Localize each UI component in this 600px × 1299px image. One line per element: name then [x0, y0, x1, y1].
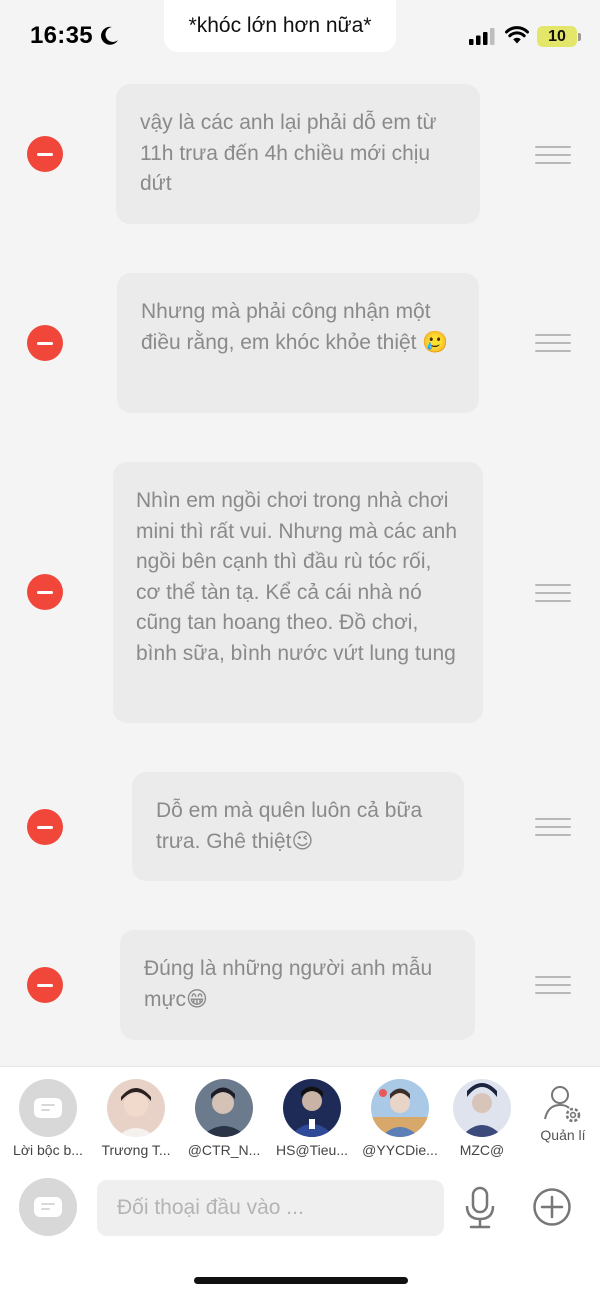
wifi-icon [505, 26, 529, 44]
message-row: Dỗ em mà quên luôn cả bữa trưa. Ghê thiệ… [0, 772, 600, 881]
message-bubble[interactable]: Đúng là những người anh mẫu mực😁 [120, 930, 475, 1040]
message-row: Nhưng mà phải công nhận một điều rằng, e… [0, 273, 600, 413]
message-row: Nhìn em ngồi chơi trong nhà chơi mini th… [0, 462, 600, 723]
drag-handle[interactable] [535, 584, 571, 602]
moon-icon [101, 26, 118, 45]
remove-message-button[interactable] [27, 325, 63, 361]
remove-message-button[interactable] [27, 967, 63, 1003]
battery-indicator: 10 [537, 26, 577, 47]
message-bubble[interactable]: Dỗ em mà quên luôn cả bữa trưa. Ghê thiệ… [132, 772, 464, 881]
chat-bubble-icon [19, 1079, 77, 1137]
drag-handle[interactable] [535, 334, 571, 352]
character-item[interactable]: Trương T... [96, 1079, 176, 1158]
message-row: vậy là các anh lại phải dỗ em từ 11h trư… [0, 84, 600, 224]
drag-handle[interactable] [535, 818, 571, 836]
character-label: @CTR_N... [187, 1142, 261, 1158]
remove-message-button[interactable] [27, 574, 63, 610]
home-indicator [194, 1277, 408, 1284]
character-label: MZC@ [459, 1142, 505, 1158]
character-label: Trương T... [101, 1142, 171, 1158]
avatar [283, 1079, 341, 1137]
message-bubble[interactable]: Nhìn em ngồi chơi trong nhà chơi mini th… [113, 462, 483, 723]
add-icon[interactable] [532, 1187, 572, 1227]
character-label: @YYCDie... [362, 1142, 438, 1158]
manage-characters-button[interactable]: Quản lí [530, 1083, 596, 1143]
battery-tip [578, 33, 581, 41]
chat-bubble-icon [19, 1178, 77, 1236]
bottom-panel: Lời bộc b... Trương T... @CTR_N... HS@Ti… [0, 1066, 600, 1299]
dialogue-input[interactable]: Đối thoại đầu vào ... [97, 1180, 444, 1236]
avatar [453, 1079, 511, 1137]
character-item[interactable]: @YYCDie... [360, 1079, 440, 1158]
message-bubble[interactable]: vậy là các anh lại phải dỗ em từ 11h trư… [116, 84, 480, 224]
remove-message-button[interactable] [27, 809, 63, 845]
character-item[interactable]: MZC@ [442, 1079, 522, 1158]
character-item[interactable]: HS@Tieu... [272, 1079, 352, 1158]
avatar [195, 1079, 253, 1137]
avatar [107, 1079, 165, 1137]
manage-label: Quản lí [540, 1127, 586, 1143]
status-time: 16:35 [30, 22, 93, 49]
character-label: Lời bộc b... [13, 1142, 83, 1158]
microphone-icon[interactable] [463, 1186, 497, 1230]
narration-toggle-button[interactable] [19, 1178, 77, 1236]
drag-handle[interactable] [535, 976, 571, 994]
top-banner: *khóc lớn hơn nữa* [164, 0, 396, 52]
message-bubble[interactable]: Nhưng mà phải công nhận một điều rằng, e… [117, 273, 479, 413]
remove-message-button[interactable] [27, 136, 63, 172]
character-item-narration[interactable]: Lời bộc b... [8, 1079, 88, 1158]
character-label: HS@Tieu... [275, 1142, 349, 1158]
cellular-signal-icon [469, 28, 495, 45]
narration-avatar [19, 1079, 77, 1137]
drag-handle[interactable] [535, 146, 571, 164]
message-row: Đúng là những người anh mẫu mực😁 [0, 930, 600, 1040]
avatar [371, 1079, 429, 1137]
character-item[interactable]: @CTR_N... [184, 1079, 264, 1158]
user-settings-icon [544, 1086, 581, 1123]
